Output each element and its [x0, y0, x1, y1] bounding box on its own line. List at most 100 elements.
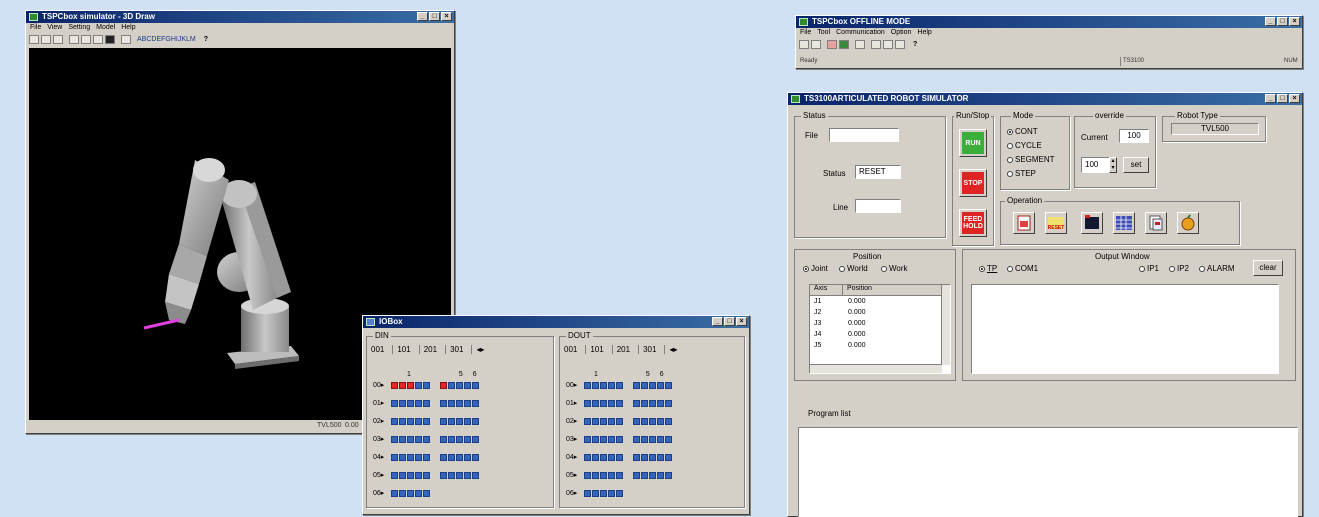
din-bit-cell[interactable]	[440, 399, 447, 407]
output-ip1-radio[interactable]: IP1	[1139, 264, 1159, 273]
dout-bit-cell[interactable]	[649, 453, 656, 461]
menu-file[interactable]: File	[800, 28, 811, 38]
dout-bit-cell[interactable]	[641, 471, 648, 479]
din-bit-cell[interactable]	[399, 453, 406, 461]
output-ip2-radio[interactable]: IP2	[1169, 264, 1189, 273]
dout-bit-cell[interactable]	[600, 417, 607, 425]
dout-bit-cell[interactable]	[665, 435, 672, 443]
menu-help[interactable]: Help	[121, 23, 135, 33]
dout-bit-cell[interactable]	[633, 435, 640, 443]
dout-bit-cell[interactable]	[616, 435, 623, 443]
dout-tab-scroll-arrows[interactable]: ◂▸	[664, 345, 677, 354]
din-bit-cell[interactable]	[391, 417, 398, 425]
compare-icon[interactable]	[895, 39, 905, 49]
dout-bit-cell[interactable]	[584, 399, 591, 407]
edit-icon[interactable]	[827, 39, 837, 49]
close-button[interactable]: ×	[1289, 17, 1300, 26]
din-bit-cell[interactable]	[423, 435, 430, 443]
din-bit-cell[interactable]	[415, 417, 422, 425]
din-bit-cell[interactable]	[448, 453, 455, 461]
din-bit-cell[interactable]	[415, 471, 422, 479]
din-bit-cell[interactable]	[391, 471, 398, 479]
dout-bit-cell[interactable]	[592, 489, 599, 497]
din-bit-cell[interactable]	[407, 489, 414, 497]
wire-tool-icon[interactable]	[93, 34, 103, 44]
dout-bit-cell[interactable]	[600, 453, 607, 461]
dout-bit-cell[interactable]	[592, 381, 599, 389]
mode-cycle-radio[interactable]: CYCLE	[1007, 141, 1042, 150]
position-hscrollbar[interactable]	[810, 364, 942, 373]
run-button[interactable]: RUN	[959, 129, 987, 157]
memory-button[interactable]	[1081, 212, 1103, 234]
iobox-titlebar[interactable]: IOBox _ □ ×	[363, 316, 749, 328]
din-bit-cell[interactable]	[415, 381, 422, 389]
offline-titlebar[interactable]: TSPCbox OFFLINE MODE _ □ ×	[796, 16, 1302, 28]
dout-bit-cell[interactable]	[649, 399, 656, 407]
work-radio[interactable]: Work	[881, 264, 908, 273]
din-bit-cell[interactable]	[423, 417, 430, 425]
dout-bit-cell[interactable]	[665, 453, 672, 461]
position-row[interactable]: J1 0.000	[810, 296, 950, 307]
dout-tab-201[interactable]: 201	[611, 345, 630, 354]
dout-bit-cell[interactable]	[592, 435, 599, 443]
position-row[interactable]: J3 0.000	[810, 318, 950, 329]
position-row[interactable]: J4 0.000	[810, 329, 950, 340]
menu-help[interactable]: Help	[917, 28, 931, 38]
din-bit-cell[interactable]	[464, 381, 471, 389]
din-bit-cell[interactable]	[464, 399, 471, 407]
din-bit-cell[interactable]	[415, 453, 422, 461]
menu-communication[interactable]: Communication	[836, 28, 885, 38]
dout-bit-cell[interactable]	[584, 489, 591, 497]
din-bit-cell[interactable]	[472, 381, 479, 389]
mode-step-radio[interactable]: STEP	[1007, 169, 1036, 178]
din-bit-cell[interactable]	[472, 399, 479, 407]
din-bit-cell[interactable]	[391, 453, 398, 461]
dout-bit-cell[interactable]	[657, 381, 664, 389]
dout-bit-cell[interactable]	[641, 381, 648, 389]
pointer-tool-icon[interactable]	[53, 34, 63, 44]
dout-bit-cell[interactable]	[584, 381, 591, 389]
dout-bit-cell[interactable]	[600, 471, 607, 479]
dout-bit-cell[interactable]	[649, 417, 656, 425]
joint-radio[interactable]: Joint	[803, 264, 828, 273]
din-bit-cell[interactable]	[456, 381, 463, 389]
dout-bit-cell[interactable]	[641, 417, 648, 425]
close-button[interactable]: ×	[736, 317, 747, 326]
din-bit-cell[interactable]	[440, 453, 447, 461]
dout-bit-cell[interactable]	[608, 471, 615, 479]
dout-bit-cell[interactable]	[616, 489, 623, 497]
din-bit-cell[interactable]	[464, 471, 471, 479]
dout-bit-cell[interactable]	[584, 435, 591, 443]
din-bit-cell[interactable]	[448, 381, 455, 389]
dout-bit-cell[interactable]	[641, 453, 648, 461]
din-bit-cell[interactable]	[456, 453, 463, 461]
din-bit-cell[interactable]	[423, 489, 430, 497]
dout-bit-cell[interactable]	[584, 453, 591, 461]
din-bit-cell[interactable]	[415, 435, 422, 443]
dout-bit-cell[interactable]	[633, 453, 640, 461]
dout-bit-cell[interactable]	[665, 381, 672, 389]
dout-bit-cell[interactable]	[592, 417, 599, 425]
light-tool-icon[interactable]	[121, 34, 131, 44]
dout-bit-cell[interactable]	[665, 399, 672, 407]
upload-icon[interactable]	[871, 39, 881, 49]
din-bit-cell[interactable]	[399, 381, 406, 389]
din-bit-cell[interactable]	[464, 417, 471, 425]
din-bit-cell[interactable]	[407, 417, 414, 425]
din-bit-cell[interactable]	[391, 435, 398, 443]
dout-bit-cell[interactable]	[600, 435, 607, 443]
din-tab-301[interactable]: 301	[445, 345, 463, 354]
din-bit-cell[interactable]	[440, 435, 447, 443]
din-bit-cell[interactable]	[391, 381, 398, 389]
stop-button[interactable]: STOP	[959, 169, 987, 197]
fit-tool-icon[interactable]	[81, 34, 91, 44]
help-icon[interactable]: ?	[204, 36, 208, 43]
dout-bit-cell[interactable]	[608, 417, 615, 425]
dout-bit-cell[interactable]	[657, 453, 664, 461]
menu-view[interactable]: View	[47, 23, 62, 33]
menu-setting[interactable]: Setting	[68, 23, 90, 33]
dout-bit-cell[interactable]	[657, 399, 664, 407]
transfer-icon[interactable]	[855, 39, 865, 49]
dout-bit-cell[interactable]	[641, 399, 648, 407]
reset-button[interactable]: RESET	[1045, 212, 1067, 234]
